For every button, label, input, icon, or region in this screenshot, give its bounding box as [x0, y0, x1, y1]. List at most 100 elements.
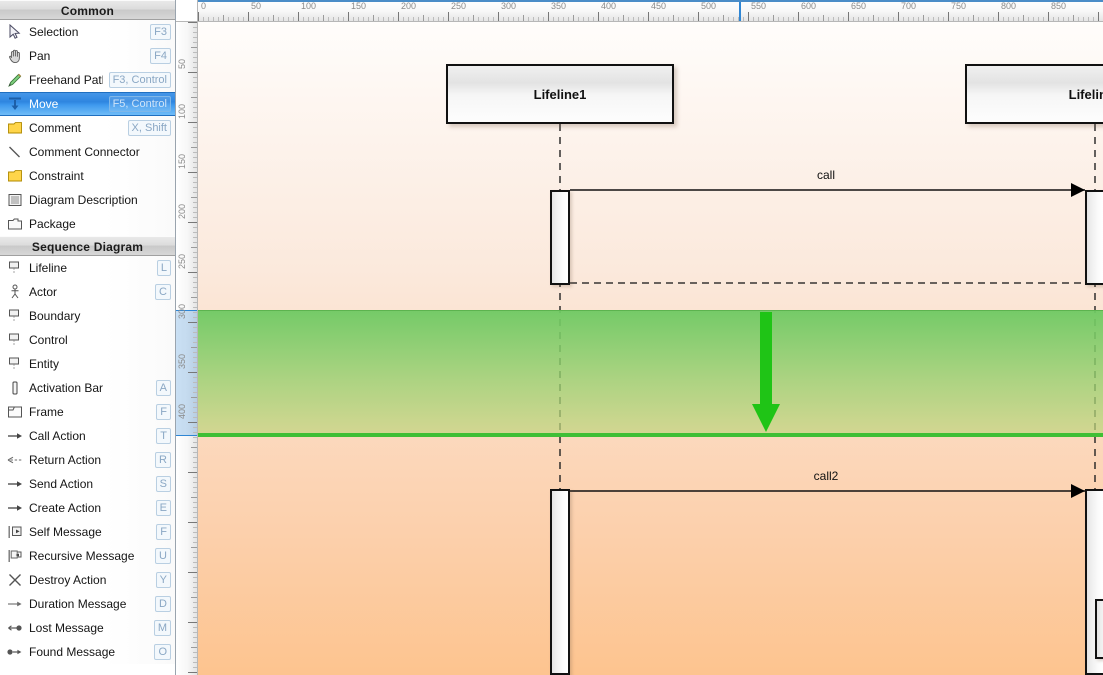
- palette-group-common: Selection F3 Pan F4 Freehand Path F3, Control…: [0, 20, 175, 236]
- ruler-tick: [193, 387, 197, 388]
- diagram-canvas[interactable]: call call2 Lifeline1 Lifeline2: [198, 22, 1103, 675]
- ruler-tick: [193, 227, 197, 228]
- ruler-tick: [608, 17, 609, 21]
- message-label[interactable]: call2: [814, 469, 839, 483]
- ruler-label: 600: [801, 1, 817, 11]
- palette-item-freehand-path[interactable]: Freehand Path F3, Control: [0, 68, 175, 92]
- arrow-head-filled: [1071, 183, 1085, 197]
- palette-item-pan[interactable]: Pan F4: [0, 44, 175, 68]
- ruler-tick: [193, 662, 197, 663]
- ruler-label: 650: [851, 1, 867, 11]
- palette-section-header-common[interactable]: Common: [0, 0, 175, 20]
- ruler-tick: [848, 12, 849, 21]
- palette-item-lifeline[interactable]: Lifeline L: [0, 256, 175, 280]
- ruler-label: 350: [177, 353, 187, 369]
- palette-item-lost-message[interactable]: Lost Message M: [0, 616, 175, 640]
- activation-bar[interactable]: [1085, 190, 1103, 285]
- palette-item-activation-bar[interactable]: Activation Bar A: [0, 376, 175, 400]
- palette-item-found-message[interactable]: Found Message O: [0, 640, 175, 664]
- ruler-tick: [1028, 17, 1029, 21]
- message-label[interactable]: call: [817, 168, 835, 182]
- ruler-tick: [618, 17, 619, 21]
- palette-item-recursive-message[interactable]: Recursive Message U: [0, 544, 175, 568]
- cursor-arrow-icon: [6, 23, 24, 41]
- ruler-label: 550: [751, 1, 767, 11]
- palette-item-control[interactable]: Control: [0, 328, 175, 352]
- palette-item-move[interactable]: Move F5, Control: [0, 92, 175, 116]
- ruler-tick: [743, 17, 744, 21]
- ruler-tick: [993, 17, 994, 21]
- ruler-tick: [813, 17, 814, 21]
- ruler-tick: [193, 187, 197, 188]
- palette-item-comment[interactable]: Comment X, Shift: [0, 116, 175, 140]
- palette-item-boundary[interactable]: Boundary: [0, 304, 175, 328]
- ruler-tick: [191, 647, 197, 648]
- ruler-tick: [1078, 17, 1079, 21]
- lifeline-box-lifeline1[interactable]: Lifeline1: [446, 64, 674, 124]
- ruler-tick: [193, 312, 197, 313]
- ruler-tick: [193, 462, 197, 463]
- ruler-tick: [513, 17, 514, 21]
- activation-bar[interactable]: [1095, 599, 1103, 659]
- ruler-tick: [193, 327, 197, 328]
- ruler-tick: [908, 17, 909, 21]
- ruler-tick: [191, 547, 197, 548]
- ruler-tick: [953, 17, 954, 21]
- palette-item-constraint[interactable]: Constraint: [0, 164, 175, 188]
- ruler-tick: [533, 17, 534, 21]
- palette-item-self-message[interactable]: Self Message F: [0, 520, 175, 544]
- ruler-tick: [193, 212, 197, 213]
- ruler-tick: [673, 15, 674, 21]
- ruler-tick: [193, 152, 197, 153]
- lost-message-icon: [6, 619, 24, 637]
- palette-item-call-action[interactable]: Call Action T: [0, 424, 175, 448]
- ruler-tick: [193, 107, 197, 108]
- ruler-tick: [343, 17, 344, 21]
- palette-item-label: Entity: [29, 357, 60, 371]
- ruler-tick: [338, 17, 339, 21]
- ruler-tick: [193, 642, 197, 643]
- move-down-icon: [6, 95, 24, 113]
- ruler-label: 300: [501, 1, 517, 11]
- palette-item-frame[interactable]: Frame F: [0, 400, 175, 424]
- ruler-label: 250: [451, 1, 467, 11]
- palette-item-send-action[interactable]: Send Action S: [0, 472, 175, 496]
- activation-bar[interactable]: [550, 190, 570, 285]
- horizontal-ruler[interactable]: 0 50 100 150 200 250 300 350 400 450 500 550 600 650 7…: [198, 0, 1103, 22]
- ruler-tick: [193, 587, 197, 588]
- palette-item-entity[interactable]: Entity: [0, 352, 175, 376]
- ruler-tick: [193, 437, 197, 438]
- ruler-tick: [193, 367, 197, 368]
- ruler-tick: [423, 15, 424, 21]
- palette-item-package[interactable]: Package: [0, 212, 175, 236]
- palette-section-header-sequence-diagram[interactable]: Sequence Diagram: [0, 236, 175, 256]
- vertical-ruler[interactable]: 50 100 150 200 250 300 350 400: [176, 22, 198, 675]
- ruler-tick: [573, 15, 574, 21]
- palette-item-create-action[interactable]: Create Action E: [0, 496, 175, 520]
- ruler-tick: [198, 12, 199, 21]
- palette-item-comment-connector[interactable]: Comment Connector: [0, 140, 175, 164]
- palette-item-label: Diagram Description: [29, 193, 138, 207]
- activation-bar[interactable]: [550, 489, 570, 675]
- ruler-tick: [213, 17, 214, 21]
- palette-item-shortcut: D: [155, 596, 171, 612]
- ruler-tick: [623, 15, 624, 21]
- ruler-tick: [193, 282, 197, 283]
- palette-item-diagram-description[interactable]: Diagram Description: [0, 188, 175, 212]
- palette-item-selection[interactable]: Selection F3: [0, 20, 175, 44]
- ruler-tick: [838, 17, 839, 21]
- ruler-tick: [563, 17, 564, 21]
- lifeline-box-lifeline2[interactable]: Lifeline2: [965, 64, 1103, 124]
- palette-item-actor[interactable]: Actor C: [0, 280, 175, 304]
- ruler-tick: [191, 447, 197, 448]
- palette-item-return-action[interactable]: Return Action R: [0, 448, 175, 472]
- ruler-tick: [193, 527, 197, 528]
- ruler-tick: [193, 162, 197, 163]
- ruler-tick: [193, 562, 197, 563]
- palette-item-shortcut: F4: [150, 48, 171, 64]
- ruler-tick: [188, 672, 197, 673]
- palette-item-destroy-action[interactable]: Destroy Action Y: [0, 568, 175, 592]
- ruler-tick: [193, 37, 197, 38]
- ruler-tick: [803, 17, 804, 21]
- palette-item-duration-message[interactable]: Duration Message D: [0, 592, 175, 616]
